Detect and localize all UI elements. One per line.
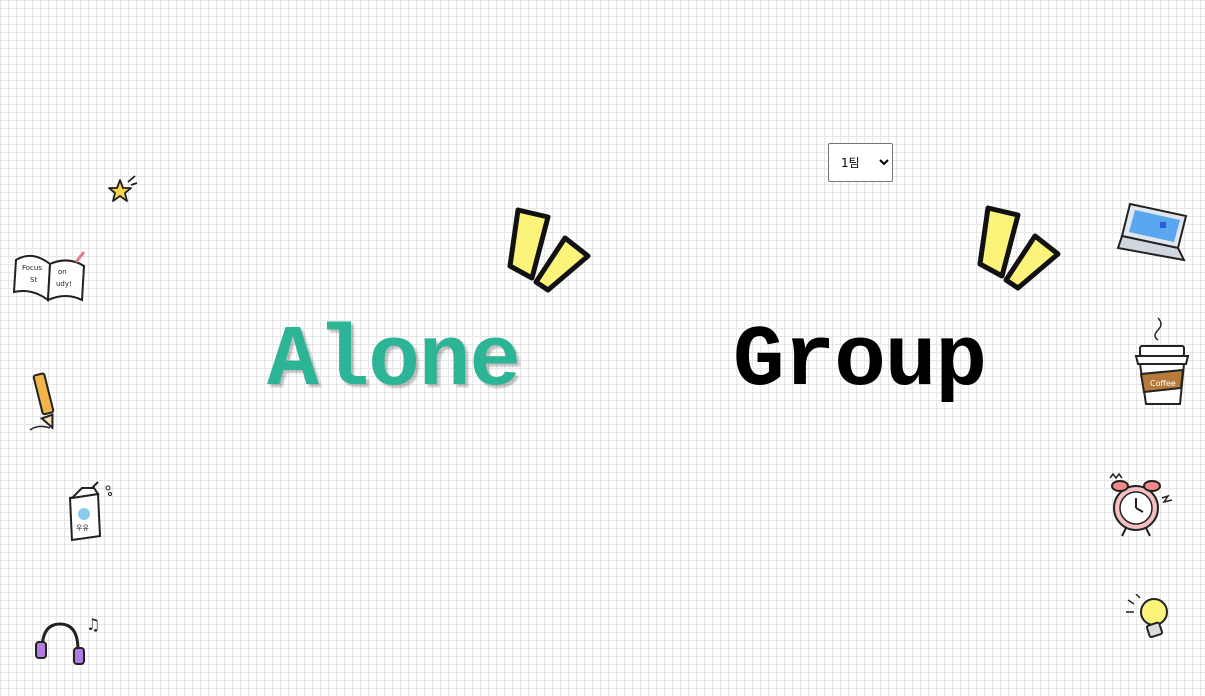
svg-text:udy!: udy!	[56, 280, 72, 288]
alarm-clock-icon	[1109, 472, 1173, 537]
emphasis-marks-icon	[507, 207, 591, 293]
svg-text:우유: 우유	[76, 524, 89, 532]
laptop-icon	[1116, 202, 1188, 262]
headphones-icon: ♫	[35, 615, 100, 665]
open-book-icon: Focus on St udy!	[12, 251, 86, 302]
group-mode-button[interactable]: Group	[733, 318, 987, 404]
coffee-cup-icon: Coffee	[1134, 317, 1190, 405]
star-icon	[108, 175, 138, 202]
emphasis-marks-icon	[977, 205, 1061, 291]
svg-text:St: St	[30, 276, 37, 284]
pencil-icon	[29, 372, 55, 431]
milk-carton-icon: 우유	[68, 481, 112, 542]
svg-text:Coffee: Coffee	[1150, 379, 1176, 388]
svg-text:♫: ♫	[86, 615, 100, 634]
team-select[interactable]: 1팀	[828, 143, 893, 182]
light-bulb-icon	[1126, 594, 1168, 639]
svg-text:on: on	[58, 268, 67, 276]
svg-text:Focus: Focus	[22, 264, 42, 272]
alone-mode-button[interactable]: Alone	[267, 318, 521, 404]
